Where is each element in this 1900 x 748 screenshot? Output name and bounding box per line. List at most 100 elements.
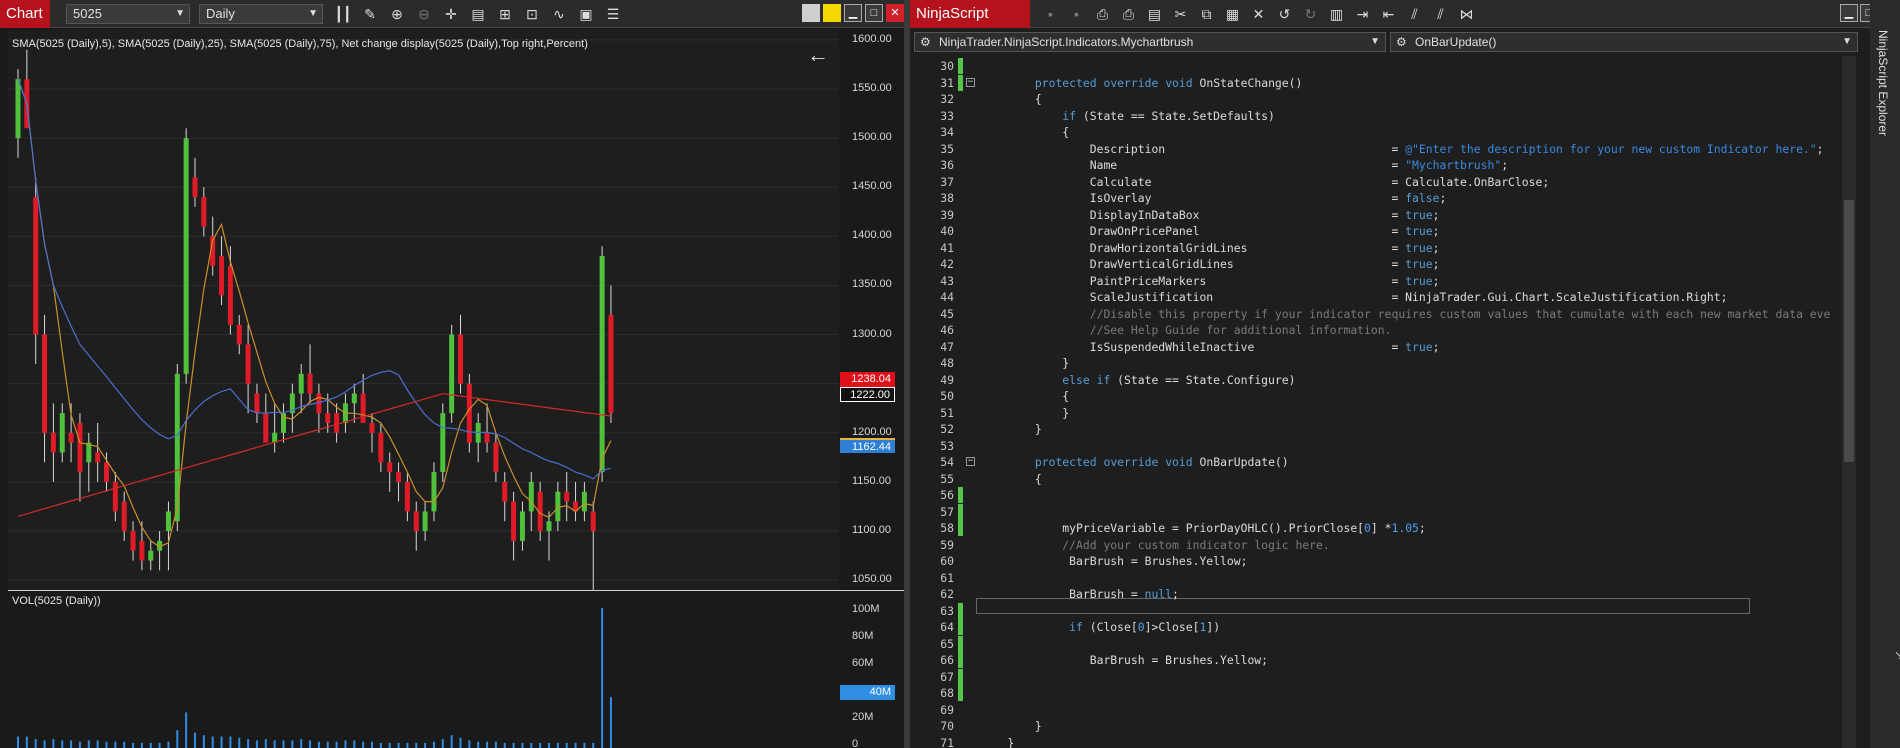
code-line[interactable]: 68	[910, 685, 1840, 701]
cut-icon[interactable]: ✂	[1172, 5, 1189, 23]
code-line[interactable]: 32 {	[910, 91, 1840, 107]
volume-bar	[114, 741, 117, 748]
code-line[interactable]: 51 }	[910, 405, 1840, 421]
explorer-tab[interactable]: NinjaScript Explorer	[1876, 30, 1890, 136]
candle-body	[449, 334, 455, 414]
indent-icon[interactable]: ⇥	[1354, 5, 1371, 23]
code-line[interactable]: 38 IsOverlay = false;	[910, 190, 1840, 206]
visual-studio-icon[interactable]: ⋈	[1458, 5, 1475, 23]
editor-title[interactable]: NinjaScript Editor	[910, 0, 1030, 50]
code-line[interactable]: 43 PaintPriceMarkers = true;	[910, 273, 1840, 289]
delete-icon[interactable]: ✕	[1250, 5, 1267, 23]
price-panel[interactable]	[8, 30, 839, 590]
comment-icon[interactable]: ⫽	[1406, 5, 1423, 23]
panel-divider[interactable]	[8, 590, 904, 591]
print-preview-icon[interactable]: ⎙	[1120, 5, 1137, 23]
fold-toggle-icon[interactable]: −	[966, 457, 975, 466]
code-line[interactable]: 60 BarBrush = Brushes.Yellow;	[910, 553, 1840, 569]
crosshair-icon[interactable]: ✛	[442, 5, 460, 23]
code-line[interactable]: 37 Calculate = Calculate.OnBarClose;	[910, 174, 1840, 190]
strategies-icon[interactable]: ▣	[577, 5, 595, 23]
draw-pencil-icon[interactable]: ✎	[361, 5, 379, 23]
link-gray-icon[interactable]	[802, 4, 820, 22]
code-line[interactable]: 50 {	[910, 388, 1840, 404]
split-icon[interactable]: ⊡	[523, 5, 541, 23]
copy-icon[interactable]: ⧉	[1198, 5, 1215, 23]
code-line[interactable]: 63	[910, 602, 1840, 619]
data-box-icon[interactable]: ▤	[469, 5, 487, 23]
bar-type-icon[interactable]: ┃┃	[334, 5, 352, 23]
code-line[interactable]: 64 if (Close[0]>Close[1])	[910, 619, 1840, 635]
chart-window-title[interactable]: Chart	[0, 0, 50, 28]
code-line[interactable]: 30	[910, 58, 1840, 74]
code-line[interactable]: 44 ScaleJustification = NinjaTrader.Gui.…	[910, 289, 1840, 305]
scrollbar-thumb[interactable]	[1844, 200, 1854, 462]
code-line[interactable]: 53	[910, 438, 1840, 454]
code-line[interactable]: 33 if (State == State.SetDefaults)	[910, 108, 1840, 124]
code-line[interactable]: 42 DrawVerticalGridLines = true;	[910, 256, 1840, 272]
code-line[interactable]: 46 //See Help Guide for additional infor…	[910, 322, 1840, 338]
code-line[interactable]: 31 − protected override void OnStateChang…	[910, 74, 1840, 91]
member-selector[interactable]: ⚙ OnBarUpdate() ▼	[1390, 32, 1858, 52]
code-line[interactable]: 48 }	[910, 355, 1840, 371]
period-selector[interactable]: Daily ▼	[199, 4, 323, 24]
code-line[interactable]: 54 − protected override void OnBarUpdate(…	[910, 454, 1840, 470]
maximize-icon[interactable]: □	[865, 4, 883, 22]
code-line[interactable]: 39 DisplayInDataBox = true;	[910, 207, 1840, 223]
code-line[interactable]: 59 //Add your custom indicator logic her…	[910, 537, 1840, 553]
code-editor[interactable]: 30 31 − protected override void OnStateCha…	[910, 56, 1840, 748]
code-line[interactable]: 47 IsSuspendedWhileInactive = true;	[910, 339, 1840, 355]
volume-axis-label: 20M	[852, 711, 874, 723]
minimize-icon[interactable]: ▁	[1840, 4, 1858, 22]
code-line[interactable]: 69	[910, 702, 1840, 718]
link-yellow-icon[interactable]	[823, 4, 841, 22]
code-line[interactable]: 40 DrawOnPricePanel = true;	[910, 223, 1840, 239]
code-line[interactable]: 52 }	[910, 421, 1840, 437]
volume-bar	[291, 740, 294, 748]
code-line[interactable]: 45 //Disable this property if your indic…	[910, 306, 1840, 322]
code-line[interactable]: 57	[910, 503, 1840, 520]
code-line[interactable]: 56	[910, 487, 1840, 503]
zoom-in-icon[interactable]: ⊕	[388, 5, 406, 23]
uncomment-icon[interactable]: ⫽	[1432, 5, 1449, 23]
code-line[interactable]: 49 else if (State == State.Configure)	[910, 372, 1840, 388]
volume-panel[interactable]	[8, 592, 839, 748]
code-line[interactable]: 67	[910, 668, 1840, 685]
code-line[interactable]: 55 {	[910, 471, 1840, 487]
back-arrow-icon[interactable]: ←	[807, 42, 829, 68]
code-line[interactable]: 41 DrawHorizontalGridLines = true;	[910, 240, 1840, 256]
code-line[interactable]: 65	[910, 635, 1840, 652]
properties-icon[interactable]: ☰	[604, 5, 622, 23]
fold-toggle-icon[interactable]: −	[966, 77, 975, 87]
code-line[interactable]: 71 }	[910, 735, 1840, 748]
save-icon[interactable]: ▪	[1042, 5, 1059, 23]
instrument-selector[interactable]: 5025 ▼	[66, 4, 190, 24]
class-selector[interactable]: ⚙ NinjaTrader.NinjaScript.Indicators.Myc…	[914, 32, 1386, 52]
code-line[interactable]: 36 Name = "Mychartbrush";	[910, 157, 1840, 173]
template-icon[interactable]: ▤	[1146, 5, 1163, 23]
candle-body	[95, 452, 101, 463]
paste-icon[interactable]: ▦	[1224, 5, 1241, 23]
find-icon[interactable]: ▥	[1328, 5, 1345, 23]
redo-icon[interactable]: ↻	[1302, 5, 1319, 23]
code-line[interactable]: 66 BarBrush = Brushes.Yellow;	[910, 652, 1840, 668]
code-line[interactable]: 58 myPriceVariable = PriorDayOHLC().Prio…	[910, 520, 1840, 536]
candle-body	[325, 413, 331, 423]
outdent-icon[interactable]: ⇤	[1380, 5, 1397, 23]
code-line[interactable]: 34 {	[910, 124, 1840, 140]
drawing-tools-icon[interactable]: ⊞	[496, 5, 514, 23]
minimize-icon[interactable]: ▁	[844, 4, 862, 22]
code-line[interactable]: 62 BarBrush = null;	[910, 586, 1840, 602]
close-icon[interactable]: ✕	[886, 4, 904, 22]
zoom-out-icon[interactable]: ⊖	[415, 5, 433, 23]
save-all-icon[interactable]: ▪	[1068, 5, 1085, 23]
code-line[interactable]: 70 }	[910, 718, 1840, 734]
line-number: 41	[940, 240, 954, 255]
undo-icon[interactable]: ↺	[1276, 5, 1293, 23]
instrument-value: 5025	[73, 6, 102, 21]
indicators-icon[interactable]: ∿	[550, 5, 568, 23]
code-line[interactable]: 61	[910, 570, 1840, 586]
expand-arrow-icon[interactable]: ↘	[1894, 648, 1900, 662]
print-icon[interactable]: ⎙	[1094, 5, 1111, 23]
code-line[interactable]: 35 Description = @"Enter the description…	[910, 141, 1840, 157]
